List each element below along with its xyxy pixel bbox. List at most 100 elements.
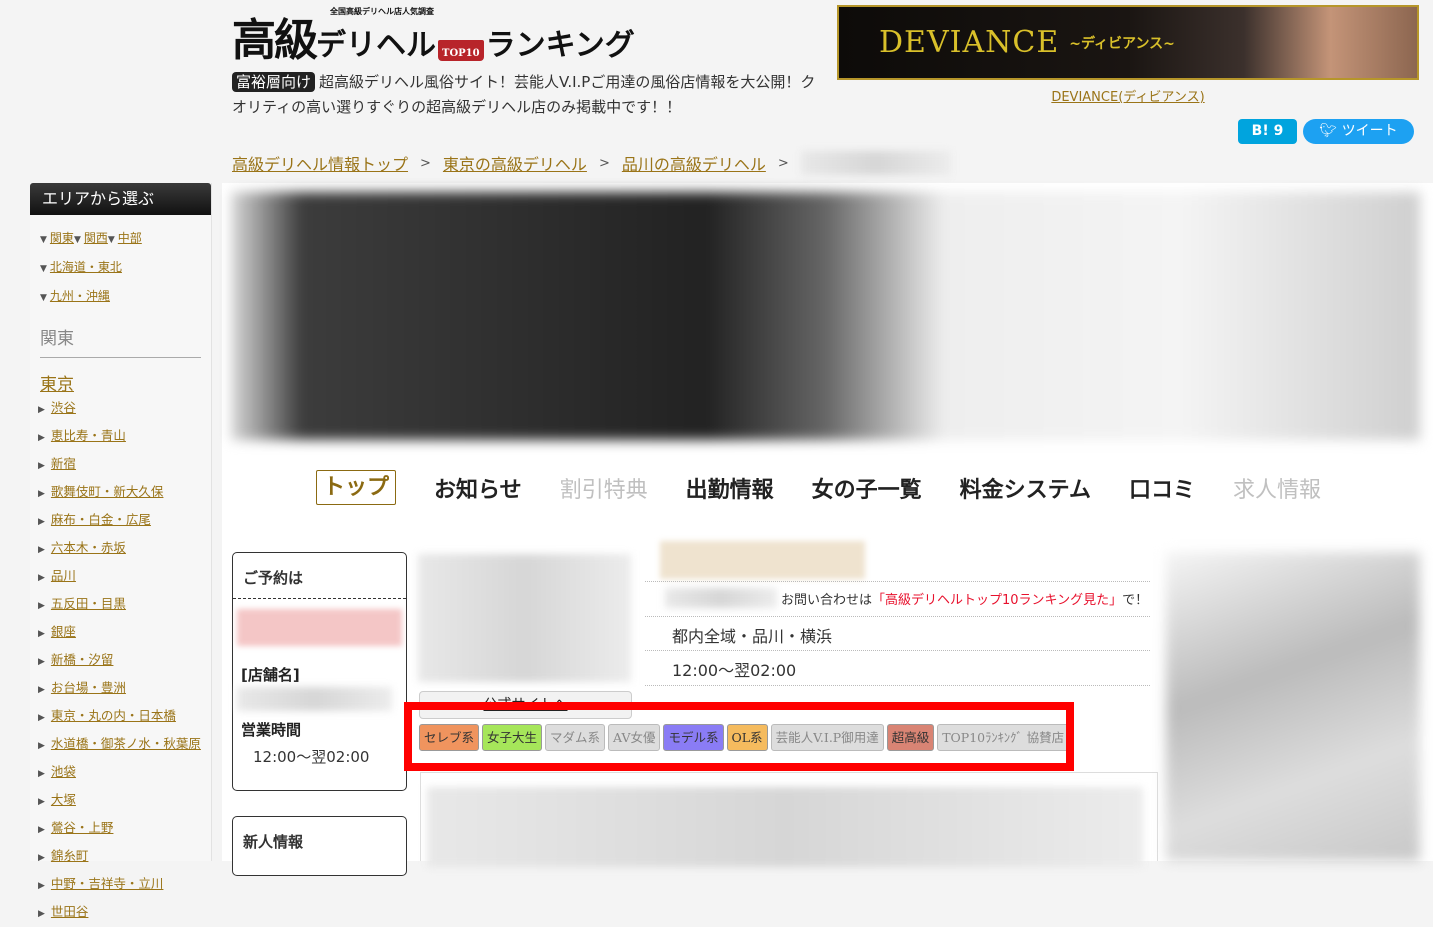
new-girls-title: 新人情報 <box>243 833 304 851</box>
highlight-box <box>404 702 1074 771</box>
area-link[interactable]: 水道橋・御茶ノ水・秋葉原 <box>51 736 201 751</box>
area-link[interactable]: 鶯谷・上野 <box>51 820 114 835</box>
twitter-bird-icon: 🐦︎ <box>1319 123 1342 139</box>
triangle-right-icon: ▶ <box>38 853 45 863</box>
area-link[interactable]: 東京・丸の内・日本橋 <box>51 708 176 723</box>
area-item: ▶ 錦糸町 <box>38 843 211 871</box>
area-link[interactable]: 品川 <box>51 568 76 583</box>
area-item: ▶ 池袋 <box>38 759 211 787</box>
tweet-button[interactable]: 🐦︎ ツイート <box>1303 119 1414 144</box>
crown-icon: TOP10 <box>438 40 484 61</box>
inquiry-line: お問い合わせは 「高級デリヘルトップ10ランキング見た」 で！ <box>665 588 1148 608</box>
triangle-right-icon: ▶ <box>38 461 45 471</box>
shop-hours: 12:00〜翌02:00 <box>672 661 797 680</box>
triangle-right-icon: ▶ <box>38 713 45 723</box>
breadcrumb-shinagawa[interactable]: 品川の高級デリヘル <box>622 151 766 175</box>
nav-tab: 割引特典 <box>559 477 648 503</box>
shop-photo-blurred <box>418 554 631 682</box>
divider <box>645 650 1150 651</box>
tweet-label: ツイート <box>1341 123 1398 139</box>
banner-link[interactable]: DEVIANCE(ディビアンス) <box>1051 90 1204 105</box>
nav-tab: 求人情報 <box>1232 477 1321 503</box>
nav-tab[interactable]: お知らせ <box>434 472 522 504</box>
area-link[interactable]: 銀座 <box>51 624 76 639</box>
area-link[interactable]: 渋谷 <box>51 400 76 415</box>
area-item: ▶ 六本木・赤坂 <box>38 535 211 563</box>
area-item: ▶ お台場・豊洲 <box>38 675 211 703</box>
area-link[interactable]: お台場・豊洲 <box>51 680 126 695</box>
area-link[interactable]: 中野・吉祥寺・立川 <box>51 876 164 891</box>
area-item: ▶ 品川 <box>38 563 211 591</box>
area-item: ▶ 新橋・汐留 <box>38 647 211 675</box>
triangle-right-icon: ▶ <box>38 573 45 583</box>
city-link-tokyo[interactable]: 東京 <box>40 375 74 395</box>
breadcrumb-separator: > <box>777 155 789 171</box>
triangle-right-icon: ▶ <box>38 769 45 779</box>
area-link[interactable]: 六本木・赤坂 <box>51 540 126 555</box>
region-links: ▼ 関東▼ 関西▼ 中部 ▼ 北海道・東北 ▼ 九州・沖縄 <box>30 215 211 312</box>
triangle-right-icon: ▶ <box>38 629 45 639</box>
site-tagline: 富裕層向け 超高級デリヘル風俗サイト！芸能人V.I.Pご用達の風俗店情報を大公開！… <box>232 70 822 120</box>
new-girls-box: 新人情報 <box>232 816 407 876</box>
nav-tab[interactable]: 料金システム <box>960 472 1091 504</box>
triangle-down-icon: ▼ <box>40 293 47 303</box>
area-link[interactable]: 新宿 <box>51 456 76 471</box>
ad-banner[interactable]: DEVIANCE ~ディビアンス~ <box>837 5 1419 80</box>
area-item: ▶ 五反田・目黒 <box>38 591 211 619</box>
inquiry-suffix: で！ <box>1122 592 1149 608</box>
hatena-bookmark-button[interactable]: B! 9 <box>1238 119 1297 144</box>
nav-tab[interactable]: 女の子一覧 <box>812 472 922 504</box>
content-image-blurred <box>427 787 1143 867</box>
reservation-box: ご予約は [店舗名] 営業時間 12:00〜翌02:00 <box>232 552 407 791</box>
area-item: ▶ 銀座 <box>38 619 211 647</box>
triangle-down-icon: ▼ <box>73 235 81 245</box>
shop-hero-image-blurred <box>231 192 1420 440</box>
nav-tab[interactable]: 口コミ <box>1129 472 1195 504</box>
area-list: ▶ 渋谷 ▶ 恵比寿・青山 ▶ 新宿 ▶ 歌舞伎町・新大久保 ▶ 麻布・白金・広尾 ▶ 六本木・赤坂 ▶… <box>30 395 211 927</box>
side-photo-blurred <box>1166 552 1420 861</box>
area-link[interactable]: 大塚 <box>51 792 76 807</box>
area-link[interactable]: 歌舞伎町・新大久保 <box>51 484 164 499</box>
area-item: ▶ 恵比寿・青山 <box>38 423 211 451</box>
region-kanto[interactable]: 関東 <box>50 231 74 245</box>
breadcrumb-tokyo[interactable]: 東京の高級デリヘル <box>443 151 587 175</box>
triangle-right-icon: ▶ <box>38 657 45 667</box>
logo-tail: ランキング <box>485 28 635 63</box>
area-link[interactable]: 恵比寿・青山 <box>51 428 126 443</box>
triangle-down-icon: ▼ <box>107 235 115 245</box>
area-link[interactable]: 池袋 <box>51 764 76 779</box>
nav-tab[interactable]: トップ <box>316 470 397 505</box>
divider <box>645 616 1150 617</box>
section-heading-kanto: 関東 <box>40 324 201 358</box>
area-item: ▶ 世田谷 <box>38 899 211 927</box>
breadcrumb-top[interactable]: 高級デリヘル情報トップ <box>232 151 408 175</box>
reservation-title: ご予約は <box>233 553 406 599</box>
triangle-right-icon: ▶ <box>38 517 45 527</box>
nav-tab[interactable]: 出勤情報 <box>686 472 774 504</box>
area-item: ▶ 鶯谷・上野 <box>38 815 211 843</box>
inquiry-phrase: 「高級デリヘルトップ10ランキング見た」 <box>872 592 1123 608</box>
triangle-right-icon: ▶ <box>38 545 45 555</box>
area-link[interactable]: 世田谷 <box>51 904 89 919</box>
divider <box>645 685 1150 686</box>
site-logo[interactable]: 全国高級デリヘル店人気調査 高級デリヘル TOP10 ランキング <box>232 4 652 66</box>
region-chubu[interactable]: 中部 <box>118 231 142 245</box>
sidebar-title: エリアから選ぶ <box>30 183 211 215</box>
area-link[interactable]: 五反田・目黒 <box>51 596 126 611</box>
phone-blurred <box>665 588 777 608</box>
shop-nav: トップ お知らせ 割引特典 出勤情報 女の子一覧 料金システム 口コミ 求人情報 <box>316 470 1321 505</box>
triangle-right-icon: ▶ <box>38 881 45 891</box>
service-area: 都内全域・品川・横浜 <box>672 627 833 646</box>
triangle-right-icon: ▶ <box>38 909 45 919</box>
banner-link-wrap: DEVIANCE(ディビアンス) <box>837 86 1419 105</box>
triangle-right-icon: ▶ <box>38 741 45 751</box>
area-item: ▶ 麻布・白金・広尾 <box>38 507 211 535</box>
sidebar: エリアから選ぶ ▼ 関東▼ 関西▼ 中部 ▼ 北海道・東北 ▼ 九州・沖縄 関東 東京 ▶… <box>30 183 212 919</box>
area-link[interactable]: 麻布・白金・広尾 <box>51 512 151 527</box>
region-kyushu-okinawa[interactable]: 九州・沖縄 <box>50 289 110 303</box>
area-link[interactable]: 新橋・汐留 <box>51 652 114 667</box>
banner-title: DEVIANCE <box>879 25 1060 60</box>
region-kansai[interactable]: 関西 <box>84 231 108 245</box>
content-panel <box>420 772 1158 867</box>
region-hokkaido-tohoku[interactable]: 北海道・東北 <box>50 260 122 274</box>
